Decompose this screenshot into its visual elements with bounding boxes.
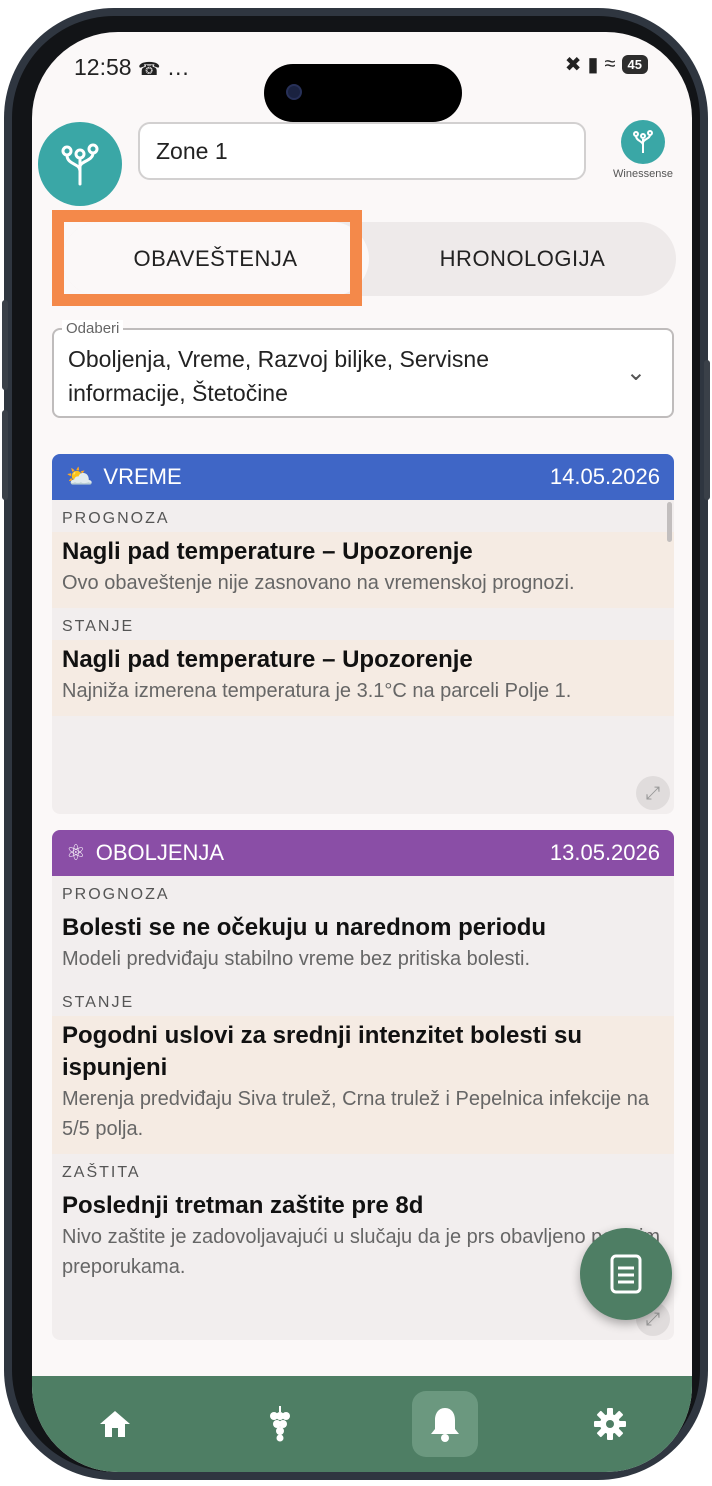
bottom-navigation — [32, 1376, 692, 1472]
app-logo[interactable] — [38, 122, 122, 206]
select-label: Odaberi — [62, 320, 124, 337]
brand-logo-icon — [621, 120, 665, 164]
nav-grape[interactable] — [247, 1391, 313, 1457]
section-title: Nagli pad temperature – Upozorenje — [62, 646, 473, 673]
section-label: STANJE — [62, 994, 135, 1011]
battery-icon: 45 — [621, 55, 648, 74]
mute-icon: ✖ — [564, 54, 582, 76]
document-icon — [610, 1254, 642, 1294]
wifi-icon: ≈ — [604, 53, 616, 75]
section-text: Ovo obaveštenje nije zasnovano na vremen… — [62, 572, 575, 594]
card-category: VREME — [103, 464, 182, 489]
tab-hronologija[interactable]: HRONOLOGIJA — [369, 222, 676, 296]
section-label: PROGNOZA — [62, 886, 170, 903]
signal-icon: ▮ — [587, 54, 599, 76]
disease-icon: ⚛ — [66, 840, 86, 865]
section-label: ZAŠTITA — [62, 1164, 141, 1181]
weather-icon: ⛅ — [66, 464, 94, 489]
section-body: Pogodni uslovi za srednji intenzitet bol… — [52, 1016, 674, 1154]
section-title: Nagli pad temperature – Upozorenje — [62, 538, 473, 565]
volume-up-button — [2, 300, 8, 390]
dynamic-island — [264, 64, 462, 122]
status-time: 12:58 ☎ … — [74, 54, 190, 80]
card-date: 13.05.2026 — [549, 840, 660, 865]
report-fab-button[interactable] — [580, 1228, 672, 1320]
volume-down-button — [2, 410, 8, 500]
select-value: Oboljenja, Vreme, Razvoj biljke, Servisn… — [68, 346, 489, 406]
section-text: Nivo zaštite je zadovoljavajući u slučaj… — [62, 1226, 661, 1278]
notification-card-vreme: ⛅ VREME 14.05.2026 PROGNOZA Nagli pad te… — [52, 454, 674, 814]
section-text: Modeli predviđaju stabilno vreme bez pri… — [62, 948, 531, 970]
nav-settings[interactable] — [577, 1391, 643, 1457]
section-text: Merenja predviđaju Siva trulež, Crna tru… — [62, 1088, 649, 1140]
zone-input[interactable] — [138, 122, 586, 180]
section-label: PROGNOZA — [62, 510, 170, 527]
card-category: OBOLJENJA — [95, 840, 225, 865]
tab-obavestenja[interactable]: OBAVEŠTENJA — [62, 222, 369, 296]
bell-icon — [430, 1408, 459, 1442]
camera-icon — [286, 84, 302, 100]
section-title: Pogodni uslovi za srednji intenzitet bol… — [62, 1022, 583, 1081]
expand-icon[interactable]: ⤢ — [636, 776, 670, 810]
category-select[interactable]: Odaberi Oboljenja, Vreme, Razvoj biljke,… — [52, 320, 674, 418]
gear-icon — [593, 1408, 626, 1440]
section-title: Bolesti se ne očekuju u narednom periodu — [62, 914, 547, 941]
brand-name: Winessense — [613, 168, 673, 180]
chevron-down-icon: ⌄ — [625, 359, 646, 386]
nav-notifications[interactable] — [411, 1391, 478, 1457]
section-body: Nagli pad temperature – Upozorenje Ovo o… — [52, 532, 674, 608]
tab-bar: OBAVEŠTENJA HRONOLOGIJA — [62, 222, 676, 296]
scrollbar[interactable] — [667, 502, 672, 542]
grape-icon — [269, 1406, 290, 1442]
section-label: STANJE — [62, 618, 135, 635]
brand: Winessense — [598, 120, 688, 180]
nav-home[interactable] — [82, 1391, 148, 1457]
section-title: Poslednji tretman zaštite pre 8d — [62, 1192, 424, 1219]
card-header: ⛅ VREME 14.05.2026 — [52, 454, 674, 500]
home-icon — [99, 1411, 130, 1437]
power-button — [704, 360, 710, 500]
app-screen: 12:58 ☎ … ✖ ▮ ≈ 45 Winessense OBAVE — [32, 32, 692, 1472]
card-date: 14.05.2026 — [549, 464, 660, 489]
card-header: ⚛ OBOLJENJA 13.05.2026 — [52, 830, 674, 876]
vine-logo-icon — [61, 143, 99, 186]
status-icons: ✖ ▮ ≈ 45 — [565, 52, 648, 77]
section-text: Najniža izmerena temperatura je 3.1°C na… — [62, 680, 572, 702]
section-body: Bolesti se ne očekuju u narednom periodu… — [52, 908, 674, 984]
section-body: Nagli pad temperature – Upozorenje Najni… — [52, 640, 674, 716]
whatsapp-icon: ☎ — [137, 59, 161, 79]
